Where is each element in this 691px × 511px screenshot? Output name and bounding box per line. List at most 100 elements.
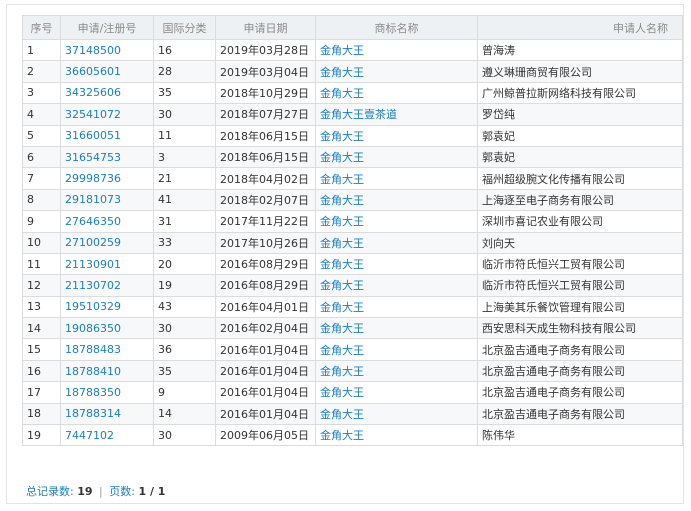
cell-no: 1 — [22, 38, 61, 62]
cell-reg-no[interactable]: 31660051 — [60, 124, 154, 147]
cell-mark-name[interactable]: 金角大王 — [315, 252, 478, 276]
cell-no: 6 — [22, 145, 61, 169]
cell-applicant: 临沂市符氏恒兴工贸有限公司 — [477, 274, 683, 297]
cell-applicant: 郭袁妃 — [477, 145, 683, 169]
col-header-no: 序号 — [22, 15, 61, 40]
cell-applicant: 北京盈吉通电子商务有限公司 — [477, 338, 683, 361]
table-row: 8 29181073 41 2018年02月07日 金角大王 上海逐至电子商务有限公司 — [22, 188, 683, 212]
cell-reg-no[interactable]: 21130901 — [60, 252, 154, 276]
cell-applicant: 陈伟华 — [477, 424, 683, 447]
cell-date: 2018年06月15日 — [215, 145, 316, 169]
cell-reg-no[interactable]: 19086350 — [60, 317, 154, 340]
cell-class: 43 — [153, 295, 216, 319]
cell-mark-name[interactable]: 金角大王 — [315, 317, 478, 340]
table-row: 7 29998736 21 2018年04月02日 金角大王 福州超级腕文化传播有限公司 — [22, 167, 683, 190]
cell-mark-name[interactable]: 金角大王 — [315, 274, 478, 297]
cell-no: 19 — [22, 424, 61, 447]
table-row: 19 7447102 30 2009年06月05日 金角大王 陈伟华 — [22, 424, 683, 447]
cell-applicant: 郭袁妃 — [477, 124, 683, 147]
col-header-reg-no: 申请/注册号 — [60, 15, 154, 40]
cell-applicant: 临沂市符氏恒兴工贸有限公司 — [477, 252, 683, 276]
cell-class: 41 — [153, 188, 216, 212]
cell-date: 2018年02月07日 — [215, 188, 316, 212]
cell-reg-no[interactable]: 19510329 — [60, 295, 154, 319]
cell-mark-name[interactable]: 金角大王 — [315, 124, 478, 147]
cell-date: 2019年03月28日 — [215, 38, 316, 62]
cell-reg-no[interactable]: 31654753 — [60, 145, 154, 169]
cell-date: 2018年10月29日 — [215, 81, 316, 105]
cell-applicant: 福州超级腕文化传播有限公司 — [477, 167, 683, 190]
table-row: 16 18788410 35 2016年01月04日 金角大王 北京盈吉通电子商务有限公司 — [22, 359, 683, 383]
cell-reg-no[interactable]: 21130702 — [60, 274, 154, 297]
cell-class: 19 — [153, 274, 216, 297]
cell-date: 2016年08月29日 — [215, 252, 316, 276]
cell-mark-name[interactable]: 金角大王 — [315, 231, 478, 254]
cell-reg-no[interactable]: 37148500 — [60, 38, 154, 62]
total-records-label: 总记录数: — [26, 485, 74, 498]
trademark-table: 序号 申请/注册号 国际分类 申请日期 商标名称 申请人名称 1 37148500… — [22, 15, 683, 447]
table-row: 15 18788483 36 2016年01月04日 金角大王 北京盈吉通电子商务有限公司 — [22, 338, 683, 361]
table-row: 4 32541072 30 2018年07月27日 金角大王壹茶道 罗岱纯 — [22, 103, 683, 126]
cell-date: 2017年10月26日 — [215, 231, 316, 254]
footer-separator: | — [99, 485, 103, 498]
cell-class: 35 — [153, 81, 216, 105]
cell-no: 2 — [22, 60, 61, 83]
cell-mark-name[interactable]: 金角大王 — [315, 402, 478, 426]
cell-mark-name[interactable]: 金角大王 — [315, 188, 478, 212]
col-header-mark-name: 商标名称 — [315, 15, 478, 40]
cell-date: 2018年04月02日 — [215, 167, 316, 190]
cell-applicant: 曾海涛 — [477, 38, 683, 62]
cell-mark-name[interactable]: 金角大王 — [315, 424, 478, 447]
cell-mark-name[interactable]: 金角大王 — [315, 38, 478, 62]
cell-mark-name[interactable]: 金角大王 — [315, 145, 478, 169]
table-row: 9 27646350 31 2017年11月22日 金角大王 深圳市喜记农业有限公司 — [22, 210, 683, 233]
cell-mark-name[interactable]: 金角大王 — [315, 60, 478, 83]
cell-mark-name[interactable]: 金角大王壹茶道 — [315, 103, 478, 126]
table-row: 5 31660051 11 2018年06月15日 金角大王 郭袁妃 — [22, 124, 683, 147]
cell-reg-no[interactable]: 27100259 — [60, 231, 154, 254]
cell-class: 20 — [153, 252, 216, 276]
cell-no: 14 — [22, 317, 61, 340]
cell-no: 12 — [22, 274, 61, 297]
cell-no: 15 — [22, 338, 61, 361]
cell-mark-name[interactable]: 金角大王 — [315, 81, 478, 105]
cell-reg-no[interactable]: 18788350 — [60, 381, 154, 404]
cell-no: 18 — [22, 402, 61, 426]
cell-applicant: 北京盈吉通电子商务有限公司 — [477, 402, 683, 426]
cell-applicant: 北京盈吉通电子商务有限公司 — [477, 359, 683, 383]
cell-reg-no[interactable]: 27646350 — [60, 210, 154, 233]
cell-mark-name[interactable]: 金角大王 — [315, 210, 478, 233]
cell-class: 28 — [153, 60, 216, 83]
cell-class: 11 — [153, 124, 216, 147]
cell-reg-no[interactable]: 29181073 — [60, 188, 154, 212]
cell-mark-name[interactable]: 金角大王 — [315, 167, 478, 190]
cell-class: 31 — [153, 210, 216, 233]
cell-reg-no[interactable]: 29998736 — [60, 167, 154, 190]
cell-reg-no[interactable]: 18788314 — [60, 402, 154, 426]
cell-no: 7 — [22, 167, 61, 190]
table-row: 10 27100259 33 2017年10月26日 金角大王 刘向天 — [22, 231, 683, 254]
cell-applicant: 北京盈吉通电子商务有限公司 — [477, 381, 683, 404]
cell-applicant: 深圳市喜记农业有限公司 — [477, 210, 683, 233]
cell-applicant: 西安思科天成生物科技有限公司 — [477, 317, 683, 340]
cell-applicant: 遵义琳珊商贸有限公司 — [477, 60, 683, 83]
cell-reg-no[interactable]: 36605601 — [60, 60, 154, 83]
cell-reg-no[interactable]: 18788410 — [60, 359, 154, 383]
results-panel: 序号 申请/注册号 国际分类 申请日期 商标名称 申请人名称 1 37148500… — [6, 4, 684, 504]
cell-mark-name[interactable]: 金角大王 — [315, 338, 478, 361]
table-row: 13 19510329 43 2016年04月01日 金角大王 上海美其乐餐饮管理有限公司 — [22, 295, 683, 319]
cell-reg-no[interactable]: 32541072 — [60, 103, 154, 126]
cell-mark-name[interactable]: 金角大王 — [315, 295, 478, 319]
table-row: 14 19086350 30 2016年02月04日 金角大王 西安思科天成生物科技有限公… — [22, 317, 683, 340]
cell-reg-no[interactable]: 18788483 — [60, 338, 154, 361]
cell-no: 17 — [22, 381, 61, 404]
cell-reg-no[interactable]: 7447102 — [60, 424, 154, 447]
cell-mark-name[interactable]: 金角大王 — [315, 381, 478, 404]
col-header-date: 申请日期 — [215, 15, 316, 40]
cell-class: 3 — [153, 145, 216, 169]
cell-class: 21 — [153, 167, 216, 190]
cell-mark-name[interactable]: 金角大王 — [315, 359, 478, 383]
cell-no: 16 — [22, 359, 61, 383]
cell-reg-no[interactable]: 34325606 — [60, 81, 154, 105]
cell-date: 2016年08月29日 — [215, 274, 316, 297]
